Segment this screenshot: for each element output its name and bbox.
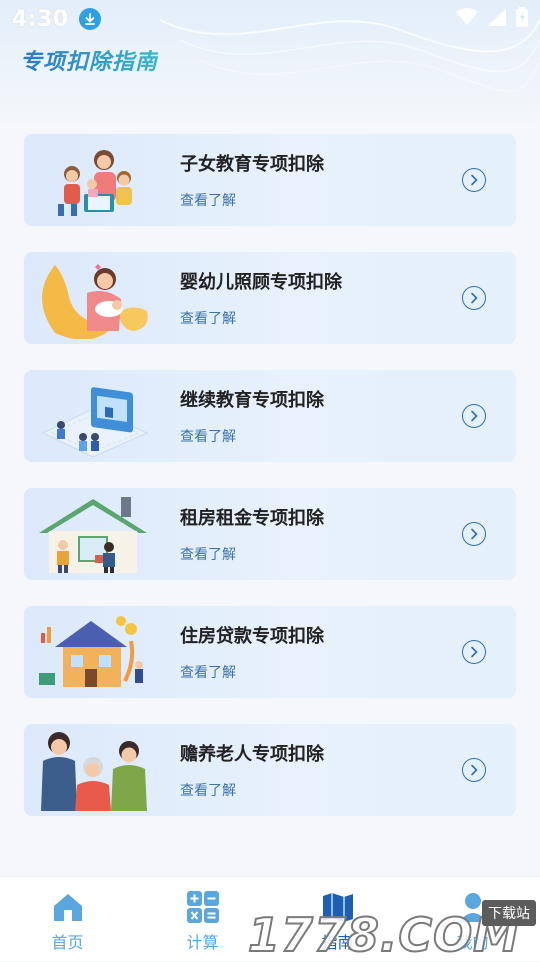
wifi-icon (456, 8, 478, 30)
profile-icon (455, 889, 491, 925)
tab-label: 我的 (456, 933, 489, 952)
tab-profile[interactable]: 我的 (405, 877, 540, 961)
card-title: 租房租金专项扣除 (180, 508, 324, 529)
tab-home[interactable]: 首页 (0, 877, 135, 961)
housing-loan-illustration (34, 610, 152, 694)
chevron-right-icon[interactable] (462, 286, 486, 310)
chevron-right-icon[interactable] (462, 640, 486, 664)
mother-baby-illustration (34, 256, 152, 340)
tab-guide[interactable]: 指南 (270, 877, 405, 961)
view-details-link[interactable]: 查看了解 (180, 780, 462, 800)
card-rent[interactable]: 租房租金专项扣除 查看了解 (24, 488, 516, 580)
bottom-tab-bar: 首页 计算 指南 我的 (0, 876, 540, 961)
tab-label: 首页 (51, 933, 84, 952)
family-reading-illustration (34, 138, 152, 222)
view-details-link[interactable]: 查看了解 (180, 662, 462, 682)
card-child-education[interactable]: 子女教育专项扣除 查看了解 (24, 134, 516, 226)
guide-icon (320, 889, 356, 925)
card-title: 子女教育专项扣除 (180, 154, 324, 175)
chevron-right-icon[interactable] (462, 758, 486, 782)
page-title: 专项扣除指南 (20, 44, 158, 76)
view-details-link[interactable]: 查看了解 (180, 544, 462, 564)
home-icon (50, 889, 86, 925)
download-icon (78, 8, 101, 30)
tab-label: 计算 (186, 933, 219, 952)
card-title: 赡养老人专项扣除 (180, 744, 324, 765)
card-title: 住房贷款专项扣除 (180, 626, 324, 647)
view-details-link[interactable]: 查看了解 (180, 308, 462, 328)
tab-calculate[interactable]: 计算 (135, 877, 270, 961)
battery-icon (516, 7, 528, 31)
chevron-right-icon[interactable] (462, 404, 486, 428)
deduction-list: 子女教育专项扣除 查看了解 婴幼儿照顾专项扣除 查看了解 继续教育专项扣除 查看… (24, 134, 516, 842)
signal-icon (488, 8, 506, 30)
card-continuing-education[interactable]: 继续教育专项扣除 查看了解 (24, 370, 516, 462)
card-title: 继续教育专项扣除 (180, 390, 324, 411)
chevron-right-icon[interactable] (462, 522, 486, 546)
online-learning-illustration (34, 374, 152, 458)
view-details-link[interactable]: 查看了解 (180, 426, 462, 446)
calculator-icon (185, 889, 221, 925)
chevron-right-icon[interactable] (462, 168, 486, 192)
status-time: 4:30 (12, 6, 69, 32)
elderly-care-illustration (34, 728, 152, 812)
view-details-link[interactable]: 查看了解 (180, 190, 462, 210)
status-bar: 4:30 (0, 0, 540, 38)
tab-label: 指南 (321, 933, 354, 952)
card-title: 婴幼儿照顾专项扣除 (180, 272, 342, 293)
card-housing-loan[interactable]: 住房贷款专项扣除 查看了解 (24, 606, 516, 698)
house-rental-illustration (34, 492, 152, 576)
card-elderly-support[interactable]: 赡养老人专项扣除 查看了解 (24, 724, 516, 816)
card-infant-care[interactable]: 婴幼儿照顾专项扣除 查看了解 (24, 252, 516, 344)
